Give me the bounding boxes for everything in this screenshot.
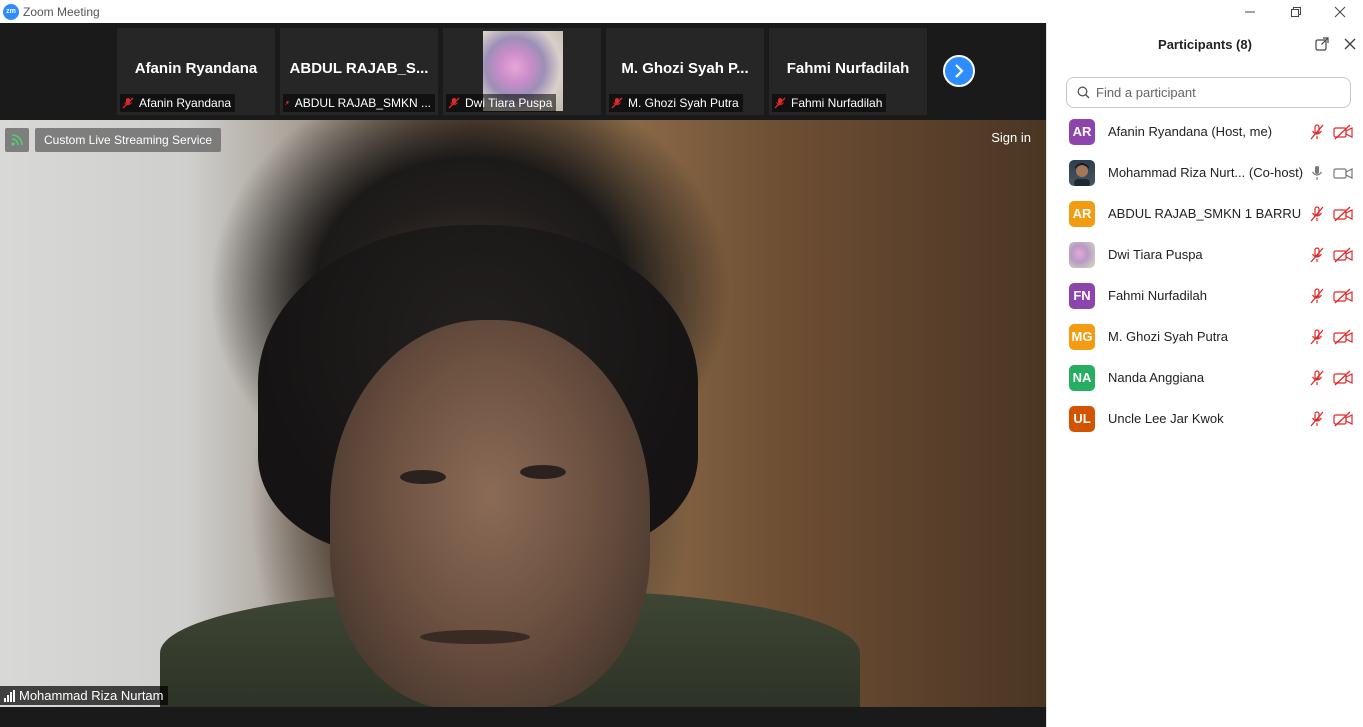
video-off-icon[interactable] xyxy=(1333,370,1353,386)
thumbnail-strip: Afanin Ryandana Afanin Ryandana ABDUL RA… xyxy=(0,23,1046,120)
thumbnail-tile[interactable]: Fahmi Nurfadilah Fahmi Nurfadilah xyxy=(769,28,927,115)
video-off-icon[interactable] xyxy=(1333,206,1353,222)
avatar: MG xyxy=(1069,323,1095,350)
zoom-logo-icon: zm xyxy=(3,3,19,20)
mic-muted-icon[interactable] xyxy=(1310,328,1324,345)
thumbnail-label-text: Afanin Ryandana xyxy=(139,96,232,110)
meeting-area: Afanin Ryandana Afanin Ryandana ABDUL RA… xyxy=(0,23,1046,727)
avatar: AR xyxy=(1069,118,1095,145)
participant-name: ABDUL RAJAB_SMKN 1 BARRU xyxy=(1108,206,1302,221)
participant-row[interactable]: Dwi Tiara Puspa xyxy=(1047,234,1363,275)
avatar: NA xyxy=(1069,364,1095,391)
video-eye xyxy=(400,470,446,484)
participant-row[interactable]: FN Fahmi Nurfadilah xyxy=(1047,275,1363,316)
participant-row[interactable]: AR Afanin Ryandana (Host, me) xyxy=(1047,111,1363,152)
participant-name: M. Ghozi Syah Putra xyxy=(1108,329,1228,344)
mic-muted-icon[interactable] xyxy=(1310,369,1324,386)
participant-name: Dwi Tiara Puspa xyxy=(1108,247,1203,262)
video-off-icon[interactable] xyxy=(1333,329,1353,345)
mic-on-icon[interactable] xyxy=(1310,165,1324,181)
search-input[interactable] xyxy=(1096,85,1326,100)
next-page-button[interactable] xyxy=(943,55,975,87)
participant-row[interactable]: UL Uncle Lee Jar Kwok xyxy=(1047,398,1363,439)
participant-row[interactable]: AR ABDUL RAJAB_SMKN 1 BARRU xyxy=(1047,193,1363,234)
participant-name: Afanin Ryandana (Host, me) xyxy=(1108,124,1273,139)
video-on-icon[interactable] xyxy=(1333,165,1353,181)
restore-button[interactable] xyxy=(1273,0,1319,23)
participant-name: Nanda Anggiana xyxy=(1108,370,1205,385)
minimize-icon xyxy=(1245,11,1255,12)
thumbnail-tile[interactable]: Dwi Tiara Puspa xyxy=(443,28,601,115)
thumbnail-label: Fahmi Nurfadilah xyxy=(772,94,887,112)
sign-in-link[interactable]: Sign in xyxy=(991,130,1031,145)
thumbnail-label: ABDUL RAJAB_SMKN ... xyxy=(283,94,435,112)
live-stream-icon[interactable] xyxy=(5,128,29,152)
mic-muted-icon xyxy=(285,100,290,106)
participant-name: Uncle Lee Jar Kwok xyxy=(1108,411,1224,426)
mic-muted-icon xyxy=(448,97,460,109)
mic-muted-icon[interactable] xyxy=(1310,287,1324,304)
popout-icon[interactable] xyxy=(1315,37,1329,51)
video-eye xyxy=(520,465,566,479)
video-off-icon[interactable] xyxy=(1333,247,1353,263)
thumbnail-display-name: Afanin Ryandana xyxy=(134,60,258,77)
thumbnail-tile[interactable]: M. Ghozi Syah P... M. Ghozi Syah Putra xyxy=(606,28,764,115)
search-icon xyxy=(1077,86,1090,99)
speaker-name-label: Mohammad Riza Nurtam xyxy=(0,686,168,705)
title-bar: zm Zoom Meeting xyxy=(0,0,1363,23)
thumbnail-tile[interactable]: Afanin Ryandana Afanin Ryandana xyxy=(117,28,275,115)
video-off-icon[interactable] xyxy=(1333,288,1353,304)
avatar xyxy=(1069,241,1095,268)
avatar xyxy=(1069,159,1095,186)
mic-muted-icon[interactable] xyxy=(1310,123,1324,140)
avatar: UL xyxy=(1069,405,1095,432)
active-speaker-video: Custom Live Streaming Service Sign in Mo… xyxy=(0,120,1046,707)
close-window-button[interactable] xyxy=(1317,0,1363,23)
mic-muted-icon xyxy=(122,97,134,109)
video-mouth xyxy=(420,630,530,644)
participant-row[interactable]: MG M. Ghozi Syah Putra xyxy=(1047,316,1363,357)
live-stream-label[interactable]: Custom Live Streaming Service xyxy=(35,128,222,152)
participants-panel: Participants (8) AR Afanin Ryandana (Hos… xyxy=(1046,23,1363,727)
close-icon xyxy=(1334,6,1346,17)
mic-muted-icon[interactable] xyxy=(1310,410,1324,427)
speaker-name: Mohammad Riza Nurtam xyxy=(19,688,164,703)
chevron-right-icon xyxy=(955,64,964,78)
video-off-icon[interactable] xyxy=(1333,411,1353,427)
thumbnail-label: Dwi Tiara Puspa xyxy=(446,94,557,112)
thumbnail-display-name: Fahmi Nurfadilah xyxy=(786,60,910,77)
mic-muted-icon[interactable] xyxy=(1310,246,1324,263)
mic-muted-icon xyxy=(611,97,623,109)
mic-muted-icon xyxy=(774,97,786,109)
bottom-bar xyxy=(0,707,1046,727)
thumbnail-display-name: ABDUL RAJAB_S... xyxy=(289,60,429,77)
signal-strength-icon xyxy=(4,689,15,702)
broadcast-icon xyxy=(11,134,23,146)
minimize-button[interactable] xyxy=(1227,0,1273,23)
thumbnail-label: M. Ghozi Syah Putra xyxy=(609,94,743,112)
thumbnail-label-text: M. Ghozi Syah Putra xyxy=(628,96,739,110)
profile-photo-icon xyxy=(1074,162,1090,186)
window-title: Zoom Meeting xyxy=(23,4,100,19)
thumbnail-tile[interactable]: ABDUL RAJAB_S... ABDUL RAJAB_SMKN ... xyxy=(280,28,438,115)
thumbnail-label-text: Dwi Tiara Puspa xyxy=(465,96,553,110)
participant-row[interactable]: NA Nanda Anggiana xyxy=(1047,357,1363,398)
video-off-icon[interactable] xyxy=(1333,124,1353,140)
participant-search[interactable] xyxy=(1066,77,1351,108)
video-face xyxy=(330,320,650,707)
thumbnail-label-text: ABDUL RAJAB_SMKN ... xyxy=(294,96,431,110)
mic-muted-icon[interactable] xyxy=(1310,205,1324,222)
avatar: FN xyxy=(1069,282,1095,309)
thumbnail-label-text: Fahmi Nurfadilah xyxy=(791,96,883,110)
thumbnail-label: Afanin Ryandana xyxy=(120,94,236,112)
participant-name: Mohammad Riza Nurt... (Co-host) xyxy=(1108,165,1304,180)
participant-list: AR Afanin Ryandana (Host, me) Mohammad R… xyxy=(1047,111,1363,439)
close-panel-icon[interactable] xyxy=(1343,37,1357,51)
participant-name: Fahmi Nurfadilah xyxy=(1108,288,1207,303)
restore-icon xyxy=(1291,6,1301,17)
thumbnail-display-name: M. Ghozi Syah P... xyxy=(621,60,749,77)
participant-row[interactable]: Mohammad Riza Nurt... (Co-host) xyxy=(1047,152,1363,193)
avatar: AR xyxy=(1069,200,1095,227)
